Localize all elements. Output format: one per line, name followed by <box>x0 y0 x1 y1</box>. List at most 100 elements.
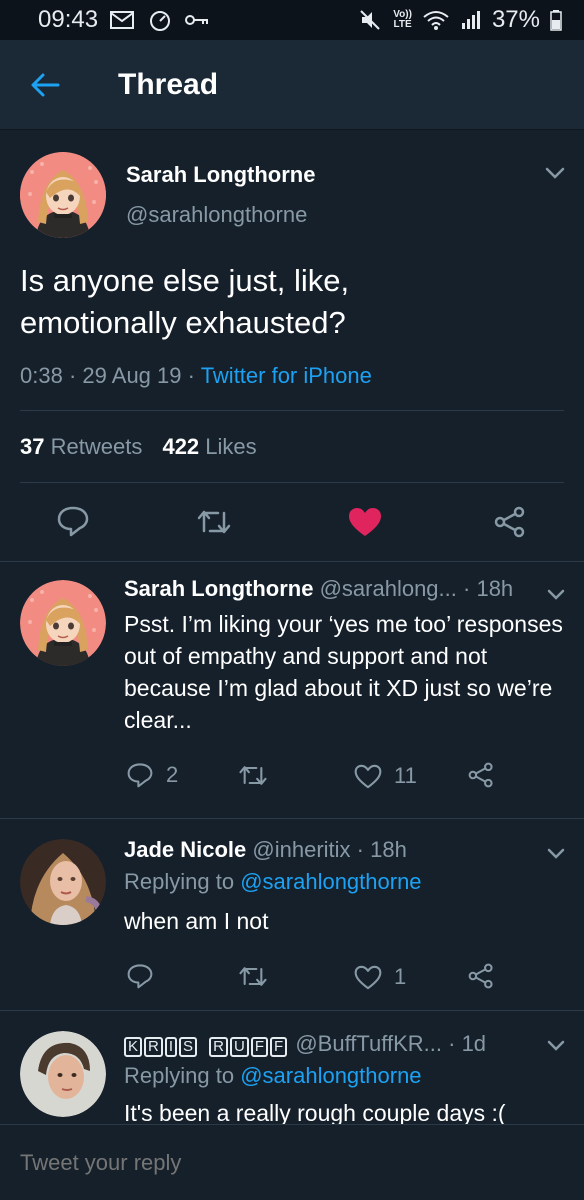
name-letter: R <box>209 1037 229 1057</box>
author-name[interactable]: Sarah Longthorne <box>124 576 313 601</box>
tweet-menu-button[interactable] <box>544 166 566 185</box>
share-button[interactable] <box>468 963 494 989</box>
divider <box>20 410 564 411</box>
name-letter: S <box>179 1037 198 1057</box>
author-name[interactable]: Sarah Longthorne <box>126 162 315 188</box>
reply-tweet[interactable]: KRIS RUFF @BuffTuffKR... · 1d Replying t… <box>0 1011 584 1124</box>
divider <box>20 482 564 483</box>
replying-to-label: Replying to <box>124 869 235 894</box>
like-count: 11 <box>394 763 417 788</box>
likes-count: 422 <box>162 434 200 459</box>
replying-to-handle[interactable]: @sarahlongthorne <box>240 869 421 894</box>
name-letter: U <box>230 1037 249 1057</box>
tweet-text: Is anyone else just, like, emotionally e… <box>20 263 350 340</box>
retweet-icon <box>239 766 267 785</box>
author-name[interactable]: Jade Nicole <box>124 837 246 862</box>
retweet-icon <box>197 510 231 534</box>
avatar[interactable] <box>20 152 106 238</box>
share-icon <box>494 506 525 538</box>
signal-icon <box>460 9 482 31</box>
retweets-stat[interactable]: 37 Retweets <box>20 434 148 459</box>
tweet-meta: 0:38 · 29 Aug 19 · Twitter for iPhone <box>20 363 372 388</box>
replying-to: Replying to @sarahlongthorne <box>124 869 422 895</box>
reply-icon <box>127 763 153 788</box>
reply-tweet[interactable]: Sarah Longthorne @sarahlong... · 18h Pss… <box>0 562 584 808</box>
tweet-stats: 37 Retweets 422 Likes <box>20 434 257 460</box>
name-letter: F <box>270 1037 288 1057</box>
retweets-count: 37 <box>20 434 45 459</box>
share-button[interactable] <box>468 762 494 788</box>
tweet-menu-button[interactable] <box>546 1039 566 1057</box>
back-arrow-icon <box>31 73 60 96</box>
name-letter: F <box>250 1037 269 1057</box>
back-button[interactable] <box>0 40 90 130</box>
retweet-icon <box>239 967 267 986</box>
tweet-source-link[interactable]: Twitter for iPhone <box>201 363 372 388</box>
reply-tweet[interactable]: Jade Nicole @inheritix · 18h Replying to… <box>0 819 584 1009</box>
reply-button[interactable] <box>126 963 166 989</box>
volte-icon: Vo)) LTE <box>393 9 412 30</box>
main-retweet-button[interactable] <box>196 507 232 542</box>
reply-header: Sarah Longthorne @sarahlong... · 18h <box>124 576 514 601</box>
tweet-menu-button[interactable] <box>546 588 566 606</box>
main-share-button[interactable] <box>494 506 526 543</box>
replying-to-handle[interactable]: @sarahlongthorne <box>240 1063 421 1088</box>
app-header: Thread <box>0 40 584 130</box>
chevron-down-icon <box>547 848 565 859</box>
battery-percent: 37% <box>491 6 540 33</box>
like-count: 1 <box>394 964 407 989</box>
battery-icon <box>550 9 562 31</box>
avatar[interactable] <box>20 839 106 925</box>
like-button[interactable]: 11 <box>354 763 417 789</box>
name-letter: R <box>144 1037 163 1057</box>
like-button[interactable]: 1 <box>354 964 406 990</box>
author-name[interactable]: KRIS RUFF <box>124 1031 295 1057</box>
reply-time: 18h <box>476 576 514 601</box>
replying-to: Replying to @sarahlongthorne <box>124 1063 422 1089</box>
reply-icon <box>57 506 89 537</box>
wifi-icon <box>422 9 450 31</box>
reply-count: 2 <box>166 762 179 787</box>
key-icon <box>184 13 210 27</box>
heart-filled-icon <box>349 508 381 536</box>
author-handle[interactable]: @BuffTuffKR... <box>295 1031 442 1056</box>
reply-text: Psst. I’m liking your ‘yes me too’ respo… <box>124 611 563 733</box>
reply-text: when am I not <box>124 908 269 934</box>
reply-header: Jade Nicole @inheritix · 18h <box>124 837 407 862</box>
tweet-time: 0:38 <box>20 363 63 388</box>
reply-time: 1d <box>461 1031 487 1056</box>
mute-icon <box>359 9 383 31</box>
heart-icon <box>354 764 382 788</box>
retweets-label: Retweets <box>50 434 143 459</box>
name-letter: K <box>124 1037 143 1057</box>
chevron-down-icon <box>545 167 565 179</box>
likes-label: Likes <box>205 434 257 459</box>
tweet-menu-button[interactable] <box>546 847 566 865</box>
avatar[interactable] <box>20 1031 106 1117</box>
chevron-down-icon <box>547 589 565 600</box>
main-reply-button[interactable] <box>56 505 90 542</box>
likes-stat[interactable]: 422 Likes <box>162 434 256 459</box>
share-icon <box>468 762 493 788</box>
avatar[interactable] <box>20 580 106 666</box>
retweet-button[interactable] <box>238 763 280 788</box>
reply-text: It's been a really rough couple days :( <box>124 1100 506 1124</box>
tweet-reply-input[interactable] <box>20 1149 560 1176</box>
name-letter: I <box>164 1037 178 1057</box>
reply-button[interactable]: 2 <box>126 762 178 788</box>
chevron-down-icon <box>547 1040 565 1051</box>
reply-composer <box>0 1124 584 1200</box>
author-handle[interactable]: @inheritix <box>252 837 350 862</box>
reply-icon <box>127 964 153 989</box>
replying-to-label: Replying to <box>124 1063 235 1088</box>
status-time: 09:43 <box>38 6 99 33</box>
main-like-button[interactable] <box>348 507 382 542</box>
author-handle[interactable]: @sarahlong... <box>320 576 457 601</box>
reply-time: 18h <box>370 837 407 862</box>
status-bar: 09:43 Vo)) LTE 37% <box>0 0 584 40</box>
retweet-button[interactable] <box>238 964 280 989</box>
gauge-icon <box>148 9 172 31</box>
share-icon <box>468 963 493 989</box>
reply-header: KRIS RUFF @BuffTuffKR... · 1d <box>124 1031 486 1057</box>
author-handle[interactable]: @sarahlongthorne <box>126 202 307 228</box>
